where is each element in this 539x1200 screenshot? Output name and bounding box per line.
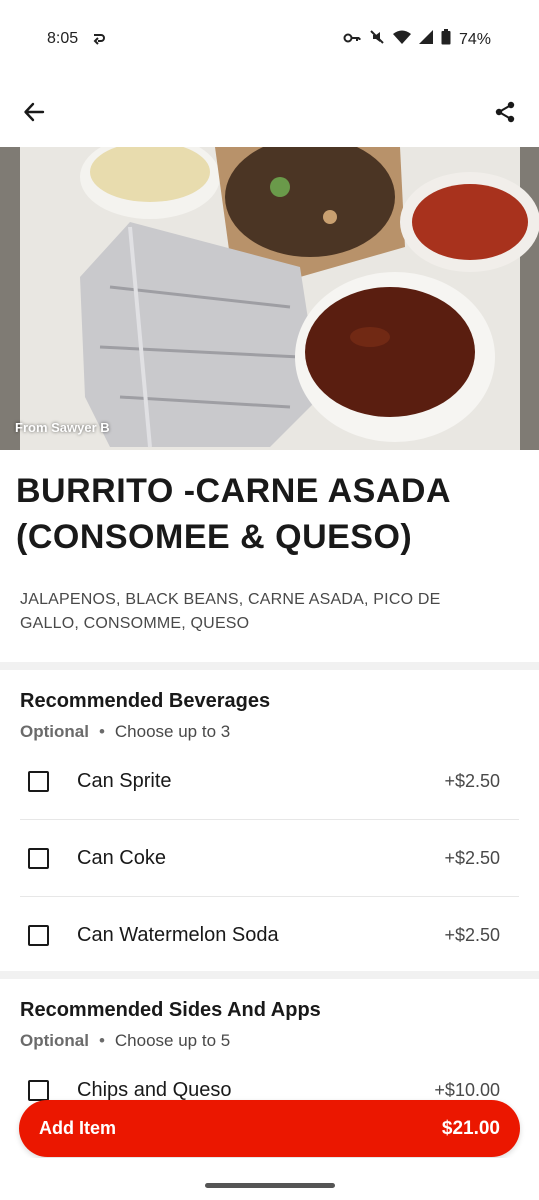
burrito-photo-illustration xyxy=(0,147,539,450)
section-title-sides: Recommended Sides And Apps xyxy=(20,999,321,1021)
option-row-can-watermelon-soda[interactable]: Can Watermelon Soda +$2.50 xyxy=(20,897,519,973)
checkbox[interactable] xyxy=(28,771,49,792)
key-icon xyxy=(343,31,361,49)
item-description: JALAPENOS, BLACK BEANS, CARNE ASADA, PIC… xyxy=(20,591,441,632)
add-item-label: Add Item xyxy=(39,1118,117,1138)
add-item-button[interactable]: Add Item $21.00 xyxy=(19,1100,520,1157)
option-price: +$10.00 xyxy=(434,1079,500,1100)
section-divider xyxy=(0,971,539,979)
section-title-beverages: Recommended Beverages xyxy=(20,690,271,712)
back-button[interactable] xyxy=(12,92,56,136)
section-rules-beverages: Optional • Choose up to 3 xyxy=(20,722,230,742)
status-right-icons: 74% xyxy=(343,29,491,50)
arrow-left-icon xyxy=(23,101,45,128)
header xyxy=(0,86,539,142)
wifi-icon xyxy=(392,30,411,49)
photo-credit: From Sawyer B xyxy=(15,420,110,435)
item-photo: From Sawyer B xyxy=(0,147,539,450)
option-price: +$2.50 xyxy=(444,848,500,868)
status-time: 8:05 xyxy=(47,30,79,47)
choose-rule: Choose up to 5 xyxy=(114,1031,231,1050)
option-label: Can Watermelon Soda xyxy=(77,923,279,946)
option-price: +$2.50 xyxy=(444,924,500,945)
optional-label: Optional xyxy=(20,1031,89,1050)
choose-rule: Choose up to 3 xyxy=(114,722,231,741)
mute-icon xyxy=(369,29,385,50)
option-row-can-sprite[interactable]: Can Sprite +$2.50 xyxy=(20,744,519,820)
separator-dot: • xyxy=(98,722,105,741)
signal-icon xyxy=(418,30,433,49)
option-label: Can Coke xyxy=(77,847,166,869)
checkbox[interactable] xyxy=(28,1079,49,1101)
home-indicator[interactable] xyxy=(205,1183,335,1188)
add-item-total: $21.00 xyxy=(441,1117,500,1139)
optional-label: Optional xyxy=(20,722,89,741)
bottom-bar-background xyxy=(0,1158,539,1200)
checkbox[interactable] xyxy=(28,848,49,869)
checkbox[interactable] xyxy=(28,924,49,946)
battery-icon xyxy=(441,29,451,50)
item-title: BURRITO -CARNE ASADA (CONSOMEE & QUESO) xyxy=(16,472,450,556)
option-price: +$2.50 xyxy=(444,771,500,791)
section-divider xyxy=(0,662,539,670)
status-bar: 8:05 74% xyxy=(0,0,539,80)
separator-dot: • xyxy=(98,1031,105,1050)
battery-percent: 74% xyxy=(458,30,491,48)
option-label: Can Sprite xyxy=(77,770,172,792)
share-icon xyxy=(493,100,517,129)
cast-icon xyxy=(92,31,106,50)
share-button[interactable] xyxy=(483,92,527,136)
option-label: Chips and Queso xyxy=(77,1078,232,1101)
section-rules-sides: Optional • Choose up to 5 xyxy=(20,1031,230,1051)
option-row-can-coke[interactable]: Can Coke +$2.50 xyxy=(20,821,519,897)
